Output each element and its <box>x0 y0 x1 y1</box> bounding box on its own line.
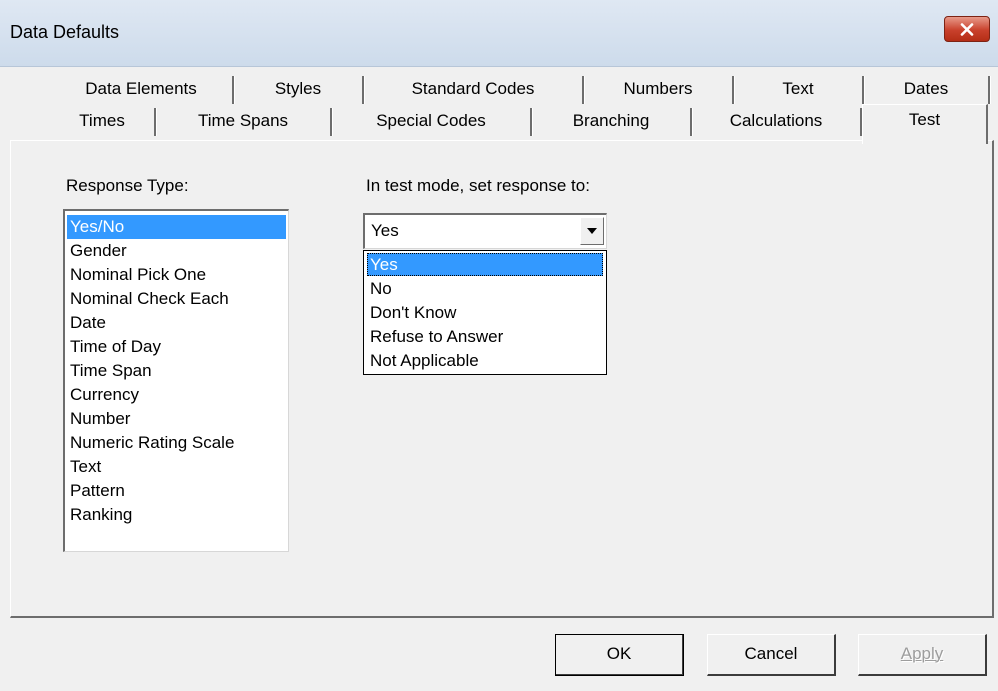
dropdown-arrow-button[interactable] <box>580 217 604 245</box>
list-item[interactable]: Text <box>67 455 286 479</box>
test-response-dropdown: Yes No Don't Know Refuse to Answer Not A… <box>363 250 607 375</box>
tab-label: Numbers <box>623 79 693 98</box>
list-item[interactable]: Pattern <box>67 479 286 503</box>
close-button[interactable] <box>944 16 990 42</box>
list-item[interactable]: Nominal Check Each <box>67 287 286 311</box>
list-item[interactable]: Yes/No <box>67 215 286 239</box>
tab-label: Time Spans <box>197 111 289 130</box>
tab-label: Styles <box>274 79 322 98</box>
apply-button-label: Apply <box>900 644 944 663</box>
tab-branching[interactable]: Branching <box>532 108 692 136</box>
cancel-button[interactable]: Cancel <box>707 634 836 676</box>
dropdown-option[interactable]: No <box>367 277 603 300</box>
apply-button[interactable]: Apply <box>858 634 987 676</box>
chevron-down-icon <box>587 227 597 234</box>
list-item[interactable]: Date <box>67 311 286 335</box>
list-item[interactable]: Currency <box>67 383 286 407</box>
list-item[interactable]: Gender <box>67 239 286 263</box>
test-response-select[interactable]: Yes <box>363 213 607 249</box>
tab-special-codes[interactable]: Special Codes <box>332 108 532 136</box>
response-type-list[interactable]: Yes/No Gender Nominal Pick One Nominal C… <box>63 209 289 552</box>
tab-label: Dates <box>903 79 949 98</box>
tab-data-elements[interactable]: Data Elements <box>50 76 234 104</box>
test-mode-label: In test mode, set response to: <box>366 176 590 195</box>
tab-time-spans[interactable]: Time Spans <box>156 108 332 136</box>
list-item[interactable]: Nominal Pick One <box>67 263 286 287</box>
cancel-button-label: Cancel <box>744 644 798 663</box>
ok-button-label: OK <box>606 644 632 663</box>
list-item[interactable]: Number <box>67 407 286 431</box>
dropdown-option[interactable]: Don't Know <box>367 301 603 324</box>
tab-times[interactable]: Times <box>50 108 156 136</box>
response-type-label: Response Type: <box>66 176 189 195</box>
close-icon <box>960 22 974 36</box>
tab-label: Test <box>908 110 941 129</box>
ok-button[interactable]: OK <box>555 634 684 676</box>
tab-label: Text <box>782 79 814 98</box>
tab-label: Branching <box>572 111 650 130</box>
title-bar[interactable]: Data Defaults <box>0 0 998 67</box>
list-item[interactable]: Time of Day <box>67 335 286 359</box>
window-title: Data Defaults <box>10 22 120 42</box>
tab-numbers[interactable]: Numbers <box>584 76 734 104</box>
data-defaults-dialog: Data Defaults Data Elements Styles Stand… <box>0 0 998 691</box>
list-item[interactable]: Time Span <box>67 359 286 383</box>
tab-test[interactable]: Test <box>862 104 988 144</box>
tab-label: Calculations <box>729 111 823 130</box>
list-item[interactable]: Numeric Rating Scale <box>67 431 286 455</box>
tab-standard-codes[interactable]: Standard Codes <box>364 76 584 104</box>
dropdown-option[interactable]: Not Applicable <box>367 349 603 372</box>
tab-label: Times <box>79 111 125 130</box>
tab-calculations[interactable]: Calculations <box>692 108 862 136</box>
dropdown-option[interactable]: Yes <box>367 253 603 276</box>
tab-text[interactable]: Text <box>734 76 864 104</box>
tab-dates[interactable]: Dates <box>864 76 990 104</box>
list-item[interactable]: Ranking <box>67 503 286 527</box>
tab-styles[interactable]: Styles <box>234 76 364 104</box>
tab-label: Standard Codes <box>411 79 535 98</box>
dropdown-option[interactable]: Refuse to Answer <box>367 325 603 348</box>
tab-label: Data Elements <box>85 79 197 98</box>
test-response-value: Yes <box>371 221 399 240</box>
tab-label: Special Codes <box>376 111 486 130</box>
